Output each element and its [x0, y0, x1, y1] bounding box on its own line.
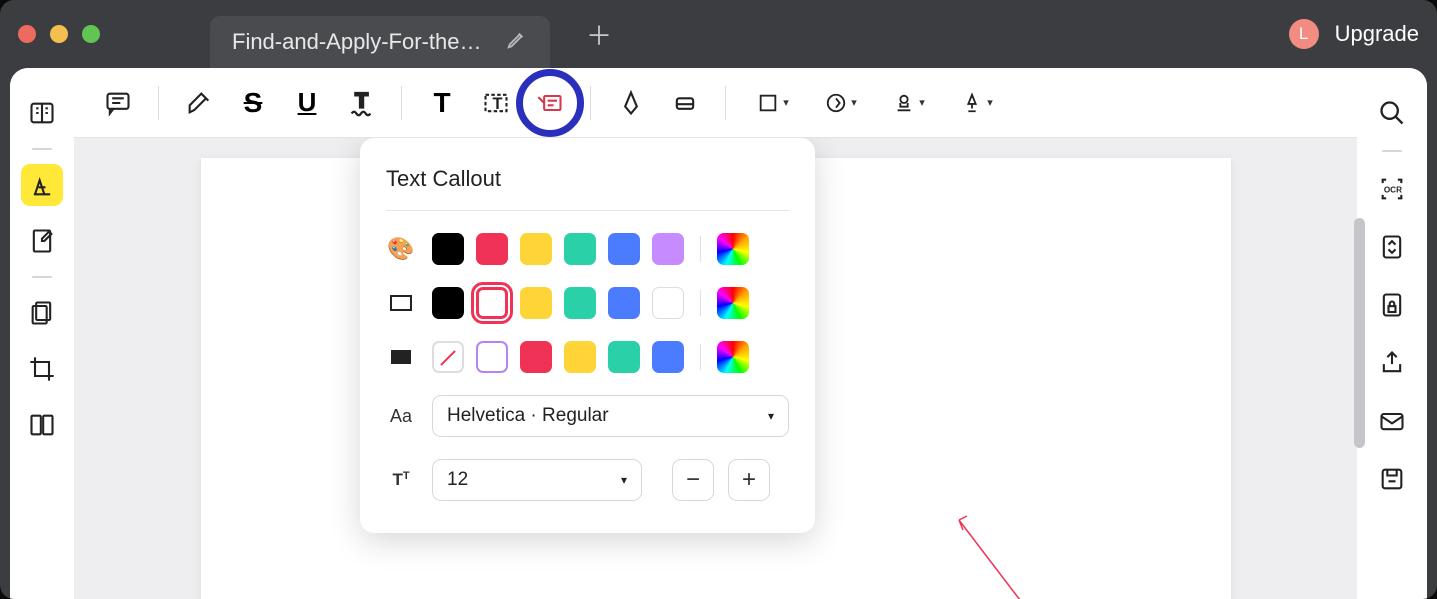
text-callout-panel: Text Callout 🎨 Aa — [360, 138, 815, 533]
border-icon — [386, 294, 416, 312]
color-swatch[interactable] — [476, 287, 508, 319]
text-color-row: 🎨 — [386, 233, 789, 265]
titlebar: Find-and-Apply-For-the-B… ＋ L Upgrade — [0, 0, 1437, 68]
custom-color-swatch[interactable] — [717, 341, 749, 373]
color-swatch[interactable] — [476, 341, 508, 373]
svg-text:T: T — [355, 89, 368, 112]
comment-tool[interactable] — [94, 79, 142, 127]
window-controls — [18, 25, 100, 43]
color-swatch[interactable] — [520, 341, 552, 373]
share-button[interactable] — [1371, 342, 1413, 384]
new-tab-button[interactable]: ＋ — [586, 16, 612, 53]
rename-tab-icon[interactable] — [506, 28, 528, 56]
color-swatch[interactable] — [432, 287, 464, 319]
chevron-down-icon: ▾ — [621, 473, 627, 487]
underline-tool[interactable]: U — [283, 79, 331, 127]
left-sidebar — [10, 68, 74, 599]
border-color-row — [386, 287, 789, 319]
color-swatch[interactable] — [608, 341, 640, 373]
lock-page-button[interactable] — [1371, 284, 1413, 326]
document-canvas[interactable]: This is a text callout Text Callout 🎨 — [74, 138, 1357, 599]
right-sidebar: OCR — [1357, 68, 1427, 599]
pages-button[interactable] — [21, 292, 63, 334]
color-swatch[interactable] — [652, 287, 684, 319]
strikethrough-tool[interactable]: S — [229, 79, 277, 127]
color-swatch[interactable] — [608, 233, 640, 265]
minimize-window-icon[interactable] — [50, 25, 68, 43]
font-icon: Aa — [386, 406, 416, 427]
chevron-down-icon: ▾ — [768, 409, 774, 423]
textbox-tool[interactable]: T — [472, 79, 520, 127]
decrease-size-button[interactable]: − — [672, 459, 714, 501]
svg-text:T: T — [493, 94, 503, 112]
font-size-row: TT 12 ▾ − + — [386, 459, 789, 501]
color-swatch[interactable] — [564, 341, 596, 373]
ocr-button[interactable]: OCR — [1371, 168, 1413, 210]
increase-size-button[interactable]: + — [728, 459, 770, 501]
fill-color-row — [386, 341, 789, 373]
color-swatch[interactable] — [520, 287, 552, 319]
avatar[interactable]: L — [1289, 19, 1319, 49]
palette-icon: 🎨 — [386, 236, 416, 262]
close-window-icon[interactable] — [18, 25, 36, 43]
highlighter-tool[interactable] — [175, 79, 223, 127]
stamp-tool[interactable]: ▾ — [878, 79, 940, 127]
convert-button[interactable] — [1371, 226, 1413, 268]
color-swatch[interactable] — [432, 233, 464, 265]
text-callout-tool[interactable] — [526, 79, 574, 127]
scrollbar[interactable] — [1354, 218, 1365, 448]
custom-color-swatch[interactable] — [717, 233, 749, 265]
annotation-toolbar: S U T T T ▾ ▾ ▾ ▾ — [74, 68, 1357, 138]
eraser-tool[interactable] — [661, 79, 709, 127]
font-select[interactable]: Helvetica · Regular ▾ — [432, 395, 789, 437]
color-swatch[interactable] — [432, 341, 464, 373]
compare-button[interactable] — [21, 404, 63, 446]
color-swatch[interactable] — [564, 287, 596, 319]
font-size-select[interactable]: 12 ▾ — [432, 459, 642, 501]
reader-mode-button[interactable] — [21, 92, 63, 134]
upgrade-button[interactable]: Upgrade — [1335, 21, 1419, 47]
svg-text:OCR: OCR — [1384, 186, 1402, 195]
color-swatch[interactable] — [476, 233, 508, 265]
maximize-window-icon[interactable] — [82, 25, 100, 43]
panel-title: Text Callout — [386, 166, 789, 192]
search-button[interactable] — [1371, 92, 1413, 134]
edit-page-button[interactable] — [21, 220, 63, 262]
signature-tool[interactable]: ▾ — [946, 79, 1008, 127]
arrow-tool[interactable]: ▾ — [810, 79, 872, 127]
color-swatch[interactable] — [652, 233, 684, 265]
shape-tool[interactable]: ▾ — [742, 79, 804, 127]
color-swatch[interactable] — [652, 341, 684, 373]
color-swatch[interactable] — [564, 233, 596, 265]
squiggle-underline-tool[interactable]: T — [337, 79, 385, 127]
color-swatch[interactable] — [608, 287, 640, 319]
tab-title: Find-and-Apply-For-the-B… — [232, 29, 488, 55]
font-row: Aa Helvetica · Regular ▾ — [386, 395, 789, 437]
document-tab[interactable]: Find-and-Apply-For-the-B… — [210, 16, 550, 68]
mail-button[interactable] — [1371, 400, 1413, 442]
text-tool[interactable]: T — [418, 79, 466, 127]
crop-button[interactable] — [21, 348, 63, 390]
pen-tool[interactable] — [607, 79, 655, 127]
color-swatch[interactable] — [520, 233, 552, 265]
font-size-icon: TT — [386, 470, 416, 490]
annotate-mode-button[interactable] — [21, 164, 63, 206]
fill-icon — [386, 348, 416, 366]
save-button[interactable] — [1371, 458, 1413, 500]
custom-color-swatch[interactable] — [717, 287, 749, 319]
